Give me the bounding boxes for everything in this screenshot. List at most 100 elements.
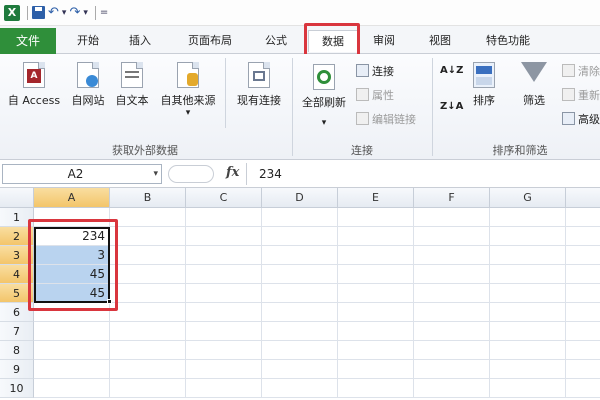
column-header-d[interactable]: D [262,188,338,208]
column-header-b[interactable]: B [110,188,186,208]
grid-cell[interactable] [186,341,262,360]
grid-cell[interactable] [262,227,338,246]
grid-cell[interactable] [338,360,414,379]
grid-cell[interactable] [262,360,338,379]
redo-dropdown-icon[interactable]: ▾ [83,4,88,22]
grid-cell[interactable] [566,322,600,341]
row-header[interactable]: 5 [0,284,34,303]
grid-cell[interactable] [110,227,186,246]
grid-cell[interactable] [414,379,490,398]
grid-cell[interactable] [490,322,566,341]
row-header[interactable]: 9 [0,360,34,379]
advanced-filter-button[interactable]: 高级 [562,112,600,128]
grid-cell[interactable] [338,246,414,265]
grid-cell[interactable] [262,246,338,265]
grid-cell[interactable] [566,265,600,284]
grid-cell[interactable] [338,303,414,322]
grid-cell[interactable] [110,322,186,341]
grid-cell[interactable] [262,303,338,322]
cell-a5[interactable]: 45 [34,284,110,303]
row-header[interactable]: 8 [0,341,34,360]
tab-review[interactable]: 审阅 [362,30,406,52]
refresh-all-button[interactable]: 全部刷新 ▾ [296,64,352,128]
clear-filter-button[interactable]: 清除 [562,64,600,80]
column-header-f[interactable]: F [414,188,490,208]
insert-function-icon[interactable]: fx [226,165,239,180]
row-header[interactable]: 1 [0,208,34,227]
grid-cell[interactable] [338,379,414,398]
grid-cell[interactable] [186,379,262,398]
grid-cell[interactable] [110,341,186,360]
cell-a7[interactable] [34,322,110,341]
row-header[interactable]: 3 [0,246,34,265]
grid-cell[interactable] [490,246,566,265]
row-header[interactable]: 2 [0,227,34,246]
grid-cell[interactable] [110,360,186,379]
column-header-c[interactable]: C [186,188,262,208]
tab-formulas[interactable]: 公式 [254,30,298,52]
properties-button[interactable]: 属性 [356,88,394,104]
grid-cell[interactable] [338,341,414,360]
from-web-button[interactable]: 自网站 [66,62,110,108]
formula-input[interactable]: 234 [246,163,600,185]
grid-cell[interactable] [490,303,566,322]
grid-cell[interactable] [262,208,338,227]
grid-cell[interactable] [490,208,566,227]
sort-ascending-button[interactable]: A↓Z [440,66,463,76]
cell-a9[interactable] [34,360,110,379]
grid-cell[interactable] [110,208,186,227]
grid-cell[interactable] [338,227,414,246]
customize-qat-icon[interactable]: = [100,4,108,22]
edit-links-button[interactable]: 编辑链接 [356,112,416,128]
fill-handle[interactable] [107,299,112,304]
tab-home[interactable]: 开始 [66,30,110,52]
grid-cell[interactable] [262,379,338,398]
grid-cell[interactable] [566,227,600,246]
from-text-button[interactable]: 自文本 [110,62,154,108]
undo-icon[interactable]: ↶ [48,4,59,22]
grid-cell[interactable] [110,379,186,398]
grid-cell[interactable] [186,360,262,379]
grid-cell[interactable] [414,360,490,379]
grid-cell[interactable] [490,360,566,379]
row-header[interactable]: 10 [0,379,34,398]
grid-cell[interactable] [186,284,262,303]
existing-connections-button[interactable]: 现有连接 [228,62,290,108]
sort-descending-button[interactable]: Z↓A [440,102,463,112]
grid-cell[interactable] [490,265,566,284]
grid-cell[interactable] [414,227,490,246]
grid-cell[interactable] [186,227,262,246]
select-all-corner[interactable] [0,188,34,208]
grid-cell[interactable] [186,208,262,227]
grid-cell[interactable] [338,208,414,227]
grid-cell[interactable] [566,246,600,265]
grid-cell[interactable] [110,246,186,265]
row-header[interactable]: 6 [0,303,34,322]
save-icon[interactable] [32,6,45,19]
grid-cell[interactable] [414,246,490,265]
undo-dropdown-icon[interactable]: ▾ [62,4,67,22]
row-header[interactable]: 4 [0,265,34,284]
grid-cell[interactable] [566,360,600,379]
row-header[interactable]: 7 [0,322,34,341]
grid-cell[interactable] [338,284,414,303]
column-header-h[interactable] [566,188,600,208]
grid-cell[interactable] [490,341,566,360]
grid-cell[interactable] [262,322,338,341]
grid-cell[interactable] [414,208,490,227]
grid-cell[interactable] [110,284,186,303]
grid-cell[interactable] [414,284,490,303]
sort-button[interactable]: 排序 [464,62,504,108]
tab-file[interactable]: 文件 [0,28,56,54]
name-box[interactable]: A2 ▾ [2,164,162,184]
grid-cell[interactable] [414,322,490,341]
grid-cell[interactable] [414,341,490,360]
grid-cell[interactable] [414,303,490,322]
from-access-button[interactable]: A 自 Access [4,62,64,108]
column-header-a[interactable]: A [34,188,110,208]
grid-cell[interactable] [414,265,490,284]
grid-cell[interactable] [110,303,186,322]
grid-cell[interactable] [338,265,414,284]
cell-a2[interactable]: 234 [34,227,110,246]
tab-page-layout[interactable]: 页面布局 [176,30,244,52]
